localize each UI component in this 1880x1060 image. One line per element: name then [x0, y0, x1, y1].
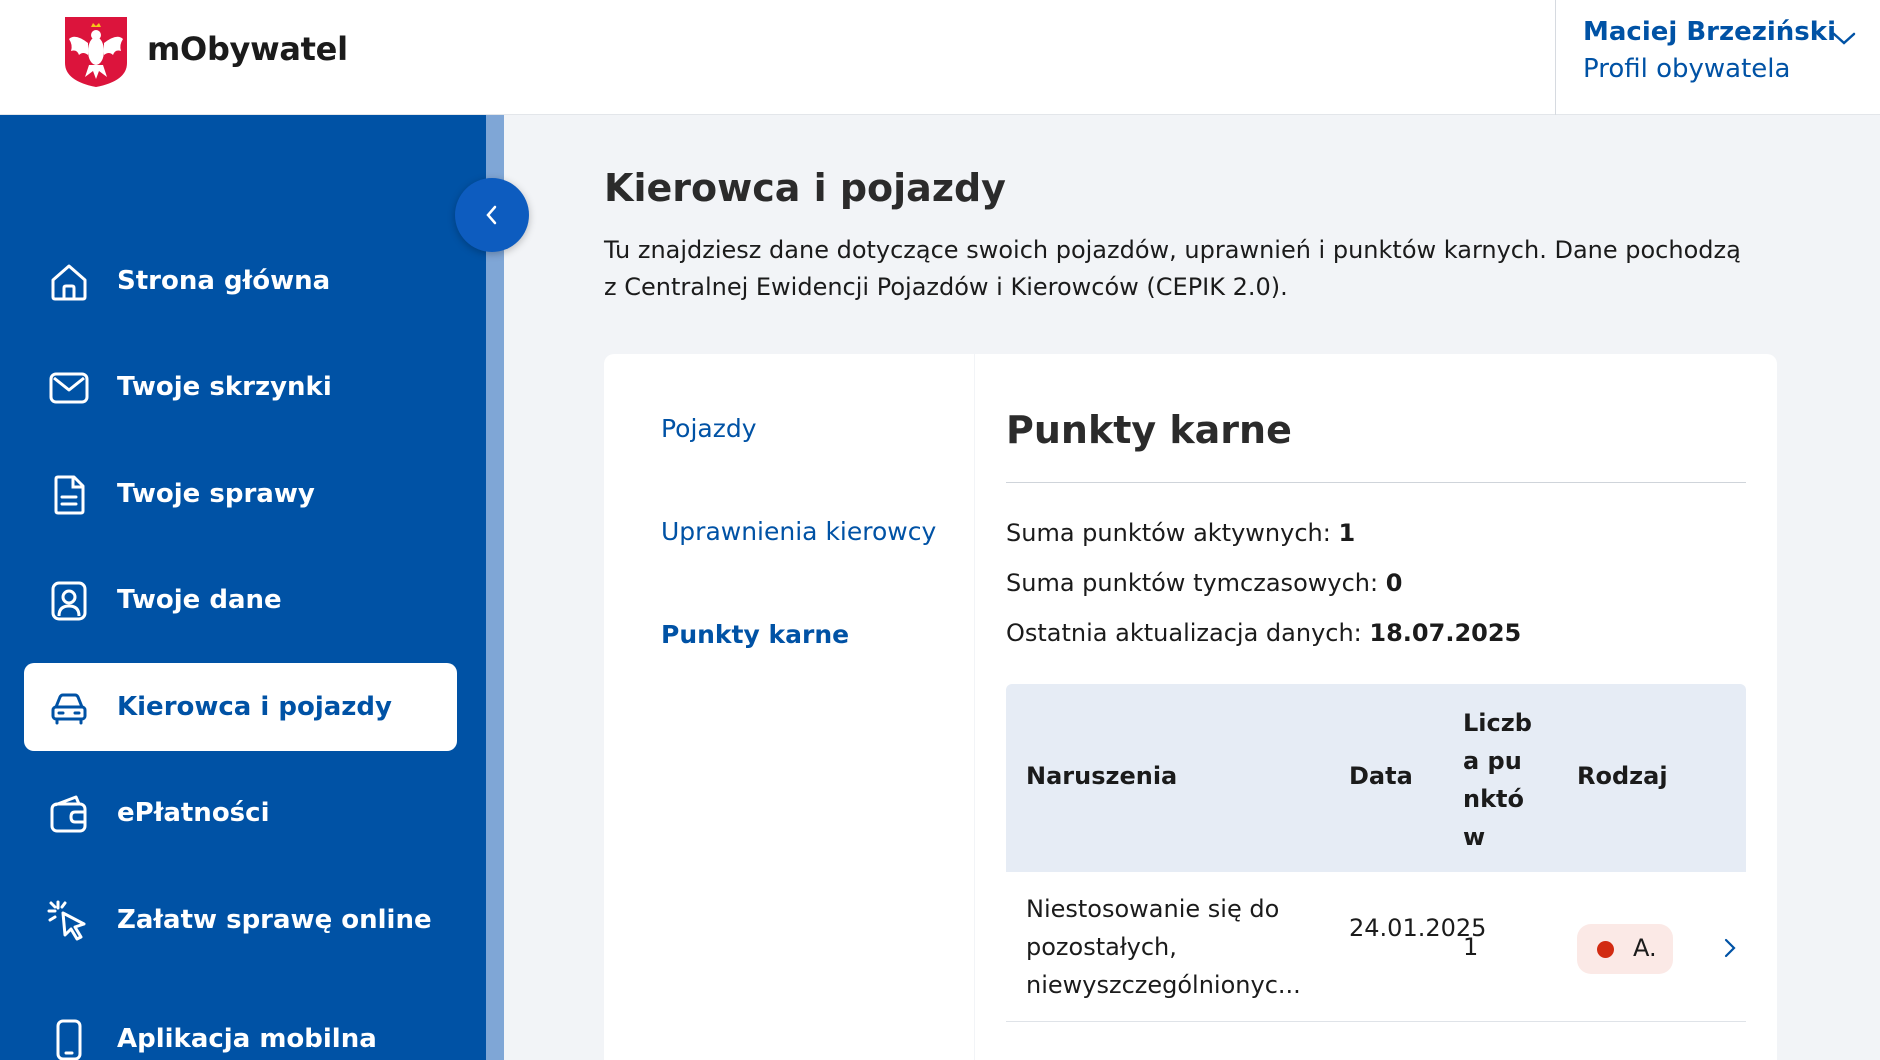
table-row[interactable]: Niestosowanie się do pozostałych, niewys…	[1006, 872, 1746, 1022]
sidebar-item-label: Twoje skrzynki	[117, 372, 332, 402]
sidebar-item-aplikacja-mobilna[interactable]: Aplikacja mobilna	[24, 995, 457, 1060]
cell-type: A.	[1633, 934, 1657, 962]
app-name: mObywatel	[147, 30, 348, 68]
sidebar-item-twoje-sprawy[interactable]: Twoje sprawy	[24, 450, 457, 538]
stat-temporary-points: Suma punktów tymczasowych: 0	[1006, 569, 1402, 597]
column-header-liczba-punktow: Liczba punktów	[1463, 709, 1532, 851]
sidebar-collapse-button[interactable]	[455, 178, 529, 252]
sidebar-item-zalatw-sprawe-online[interactable]: Załatw sprawę online	[24, 876, 457, 964]
top-header: mObywatel Maciej Brzeziński Profil obywa…	[0, 0, 1880, 115]
user-name[interactable]: Maciej Brzeziński	[1583, 17, 1836, 47]
stat-label: Ostatnia aktualizacja danych:	[1006, 619, 1362, 647]
stat-value: 18.07.2025	[1369, 619, 1522, 647]
tab-pojazdy[interactable]: Pojazdy	[661, 414, 757, 443]
stat-label: Suma punktów aktywnych:	[1006, 519, 1331, 547]
chevron-down-icon[interactable]	[1829, 26, 1859, 50]
stat-active-points: Suma punktów aktywnych: 1	[1006, 519, 1355, 547]
sidebar-item-label: ePłatności	[117, 798, 270, 828]
status-dot	[1597, 941, 1614, 958]
tab-uprawnienia-kierowcy[interactable]: Uprawnienia kierowcy	[661, 517, 936, 546]
column-header-data: Data	[1349, 762, 1413, 790]
cell-violation: Niestosowanie się do pozostałych, niewys…	[1026, 895, 1301, 999]
cell-points: 1	[1463, 933, 1479, 961]
divider	[1006, 482, 1746, 483]
sidebar-item-kierowca-i-pojazdy[interactable]: Kierowca i pojazdy	[24, 663, 457, 751]
car-icon	[51, 693, 87, 725]
page-description: Tu znajdziesz dane dotyczące swoich poja…	[604, 236, 1741, 301]
smartphone-icon	[56, 1019, 82, 1060]
sidebar-item-label: Strona główna	[117, 266, 331, 296]
person-card-icon	[51, 581, 87, 621]
sidebar-item-label: Twoje dane	[117, 585, 282, 615]
section-tabs-panel: Pojazdy Uprawnienia kierowcy Punkty karn…	[604, 354, 974, 1060]
chevron-left-icon	[486, 205, 497, 225]
sidebar-item-twoje-dane[interactable]: Twoje dane	[24, 556, 457, 644]
cursor-click-icon	[47, 900, 86, 941]
sidebar-item-twoje-skrzynki[interactable]: Twoje skrzynki	[24, 343, 457, 431]
sidebar-item-eplatnosci[interactable]: ePłatności	[24, 769, 457, 857]
sidebar-item-label: Aplikacja mobilna	[117, 1024, 377, 1054]
polish-eagle-emblem-icon[interactable]	[63, 15, 129, 89]
table-header: Naruszenia Data Liczba punktów Rodzaj	[1006, 684, 1746, 872]
stat-label: Suma punktów tymczasowych:	[1006, 569, 1379, 597]
wallet-icon	[50, 795, 87, 833]
stat-value: 0	[1385, 569, 1403, 597]
document-icon	[54, 475, 85, 515]
stat-value: 1	[1338, 519, 1356, 547]
cell-date: 24.01.2025	[1349, 914, 1487, 942]
penalty-points-panel: Punkty karne Suma punktów aktywnych: 1 S…	[975, 354, 1777, 1060]
home-icon	[51, 264, 87, 301]
column-header-rodzaj: Rodzaj	[1577, 762, 1668, 790]
user-menu[interactable]: Maciej Brzeziński Profil obywatela	[1555, 0, 1880, 115]
stat-last-update: Ostatnia aktualizacja danych: 18.07.2025	[1006, 619, 1521, 647]
column-header-naruszenia: Naruszenia	[1026, 762, 1178, 790]
sidebar-item-strona-glowna[interactable]: Strona główna	[24, 237, 457, 325]
sidebar-item-label: Kierowca i pojazdy	[117, 692, 392, 722]
status-badge: A.	[1577, 924, 1673, 974]
sidebar-item-label: Twoje sprawy	[117, 479, 315, 509]
sidebar-item-label: Załatw sprawę online	[117, 905, 432, 935]
sidebar-scrollbar[interactable]	[486, 115, 504, 1060]
user-role: Profil obywatela	[1583, 54, 1791, 84]
envelope-icon	[49, 372, 89, 404]
page-title: Kierowca i pojazdy	[604, 166, 1006, 210]
tab-punkty-karne[interactable]: Punkty karne	[661, 620, 849, 649]
chevron-right-icon[interactable]	[1722, 936, 1738, 960]
section-title: Punkty karne	[1006, 408, 1292, 452]
